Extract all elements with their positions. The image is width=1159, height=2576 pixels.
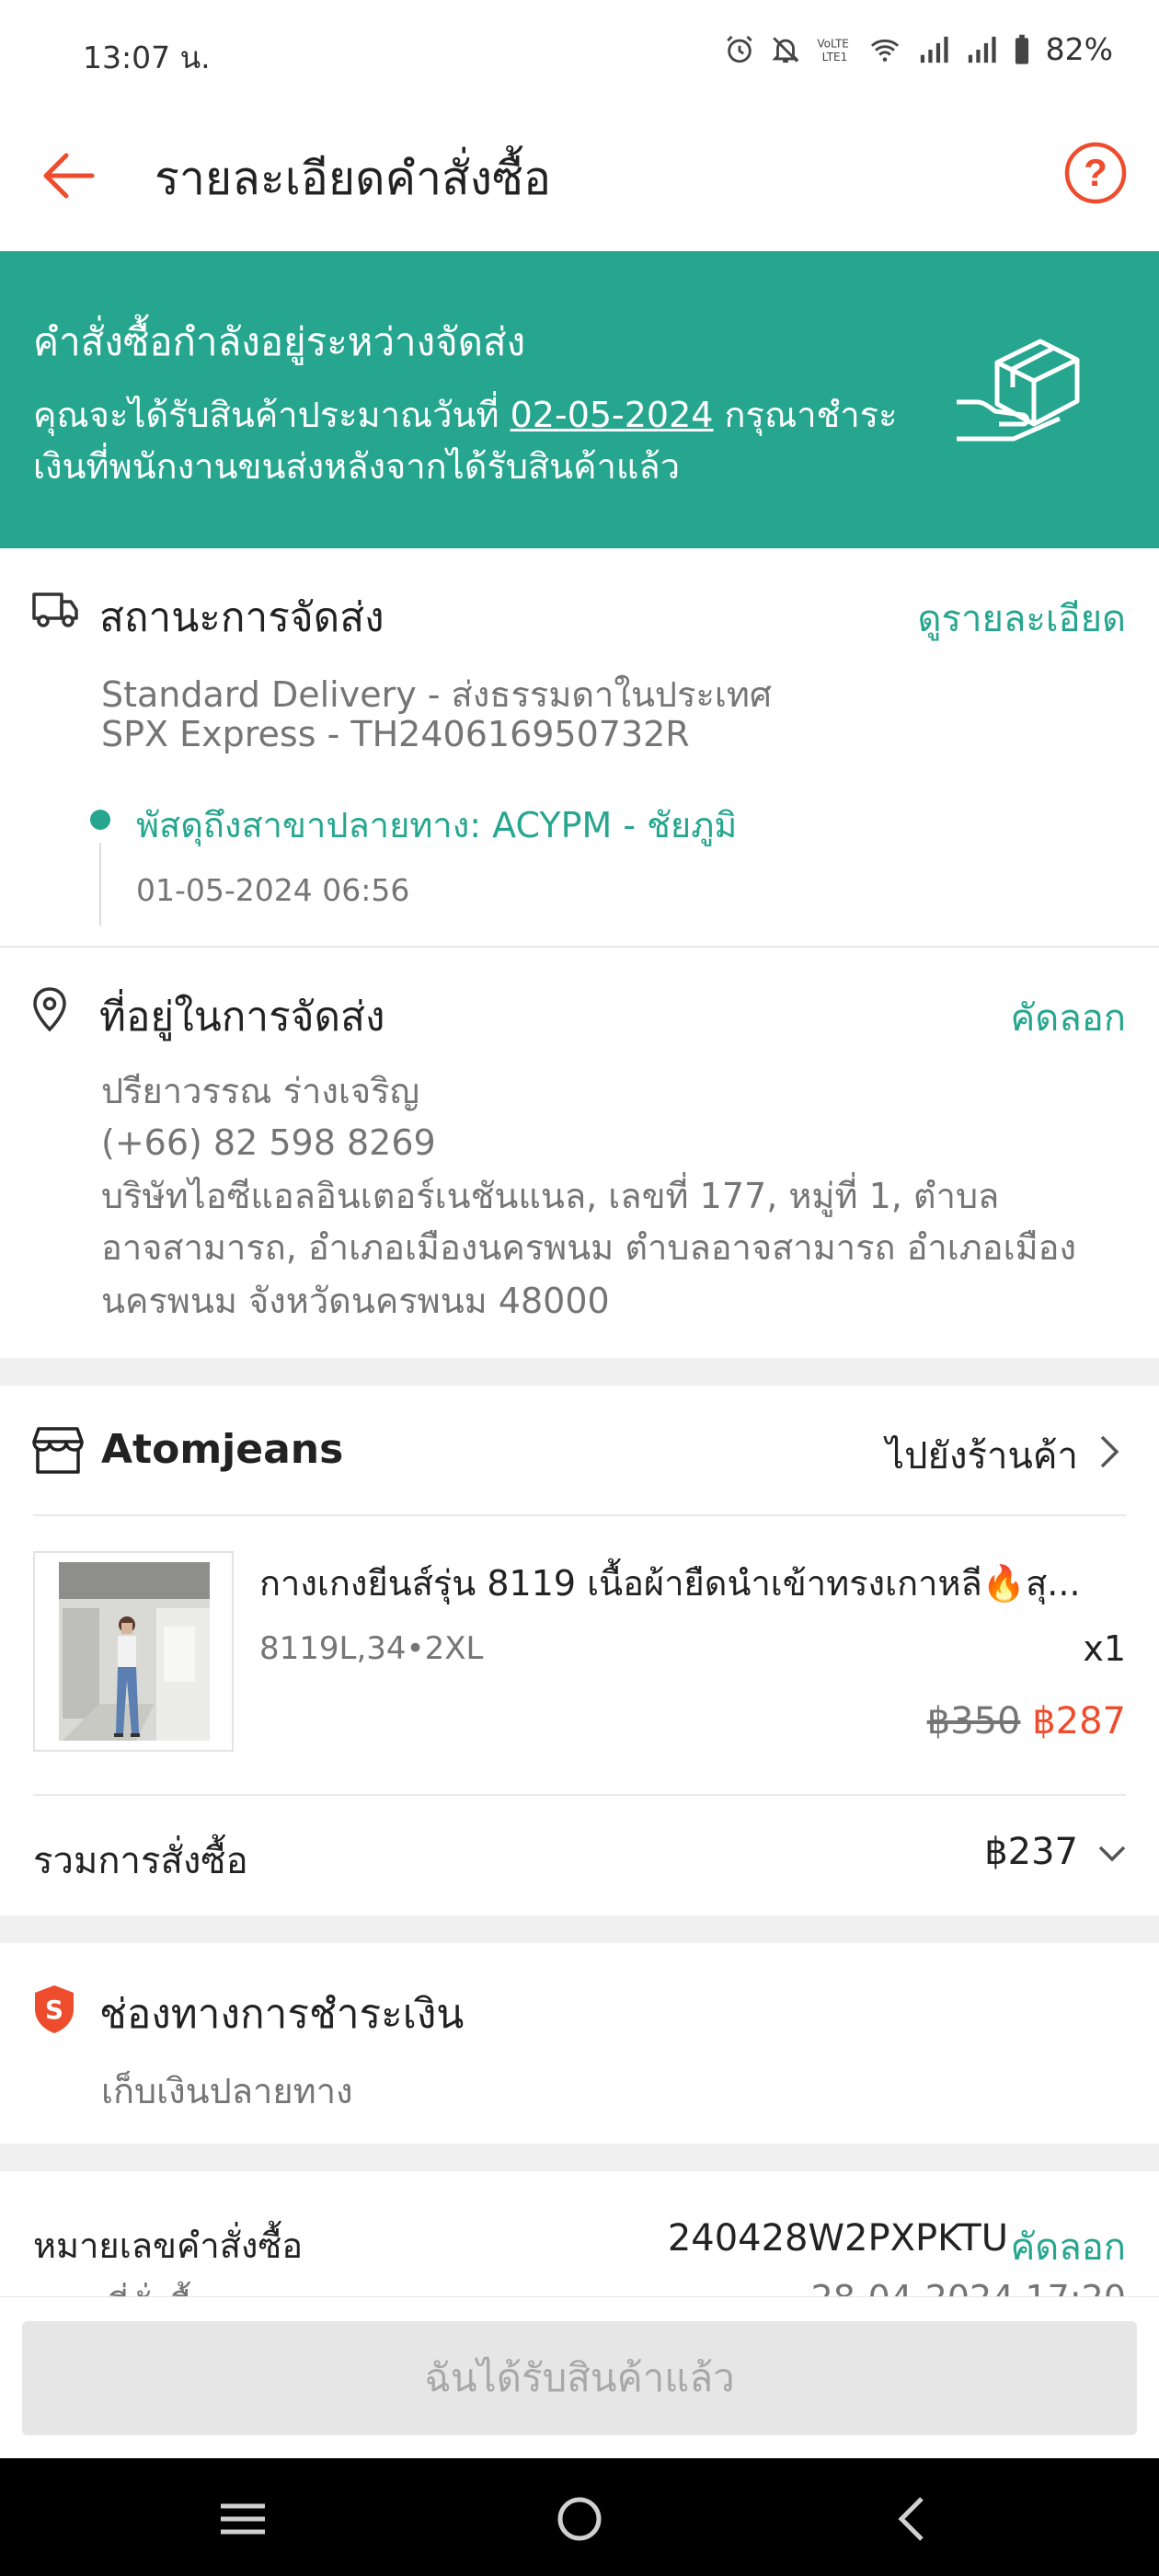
product-thumbnail[interactable] (33, 1551, 234, 1752)
app-bar: รายละเอียดคำสั่งซื้อ ? (0, 106, 1159, 251)
page-title: รายละเอียดคำสั่งซื้อ (155, 152, 552, 205)
battery-icon (1015, 34, 1028, 64)
back-arrow-icon[interactable] (35, 143, 101, 209)
order-status-banner: คำสั่งซื้อกำลังอยู่ระหว่างจัดส่ง คุณจะได… (0, 251, 1159, 548)
sale-price: ฿287 (1032, 1700, 1126, 1742)
order-received-button[interactable]: ฉันได้รับสินค้าแล้ว (22, 2321, 1137, 2435)
product-price-group: ฿350 ฿287 (927, 1700, 1126, 1742)
product-variant: 8119L,34•2XL (259, 1630, 484, 1667)
order-id: 240428W2PXPKTU (667, 2217, 1008, 2260)
battery-level: 82% (1045, 31, 1113, 67)
truck-icon (32, 592, 78, 627)
shipping-status-title: สถานะการจัดส่ง (99, 594, 384, 641)
bottom-action-bar: ฉันได้รับสินค้าแล้ว (0, 2296, 1159, 2459)
svg-text:LTE1: LTE1 (821, 51, 847, 63)
order-id-label: หมายเลขคำสั่งซื้อ (33, 2225, 304, 2266)
signal-icon (968, 36, 996, 63)
svg-text:VoLTE: VoLTE (817, 37, 849, 50)
shipping-detail-link[interactable]: ดูรายละเอียด (918, 589, 1126, 648)
home-icon[interactable] (556, 2495, 603, 2543)
order-total-amount[interactable]: ฿237 (984, 1831, 1078, 1873)
status-bar: 13:07 น. VoLTE LTE1 82% (0, 0, 1159, 106)
payment-title: ช่องทางการชำระเงิน (99, 1991, 465, 2038)
original-price: ฿350 (926, 1700, 1021, 1742)
recent-apps-icon[interactable] (217, 2501, 269, 2537)
wifi-icon (870, 39, 899, 62)
alarm-icon (726, 35, 752, 63)
help-icon[interactable]: ? (1062, 140, 1129, 206)
banner-title: คำสั่งซื้อกำลังอยู่ระหว่างจัดส่ง (33, 319, 526, 364)
banner-message: คุณจะได้รับสินค้าประมาณวันที่ 02-05-2024… (33, 389, 916, 492)
shop-order-section: Atomjeans ไปยังร้านค้า กางเกงยีนส์รุ่น 8… (0, 1386, 1159, 1915)
shop-icon (32, 1427, 84, 1474)
product-divider (33, 1794, 1126, 1796)
location-pin-icon (33, 987, 66, 1032)
order-info-section: หมายเลขคำสั่งซื้อ 240428W2PXPKTU คัดลอก … (0, 2171, 1159, 2300)
shipping-status-section: สถานะการจัดส่ง ดูรายละเอียด Standard Del… (0, 548, 1159, 946)
svg-text:S: S (45, 1995, 63, 2025)
payment-method: เก็บเงินปลายทาง (101, 2071, 353, 2111)
address-line-1: บริษัทไอซีแอลอินเตอร์เนชันแนล, เลขที่ 17… (101, 1176, 1000, 1216)
timeline-line (99, 843, 101, 926)
svg-text:?: ? (1084, 151, 1107, 194)
shop-divider (33, 1514, 1126, 1516)
copy-order-id-button[interactable]: คัดลอก (1011, 2217, 1127, 2276)
order-total-label: รวมการสั่งซื้อ (33, 1840, 248, 1882)
address-title: ที่อยู่ในการจัดส่ง (99, 994, 385, 1041)
signal-icon (920, 36, 948, 63)
latest-tracking-time: 01-05-2024 06:56 (136, 872, 410, 908)
package-hand-icon (957, 339, 1080, 442)
product-quantity: x1 (1083, 1628, 1126, 1669)
product-photo (35, 1553, 232, 1750)
estimated-delivery-date: 02-05-2024 (510, 395, 714, 435)
shipping-courier-tracking: SPX Express - TH240616950732R (101, 714, 690, 754)
timeline-dot (90, 810, 110, 830)
status-time: 13:07 น. (83, 40, 211, 75)
chevron-down-icon[interactable] (1096, 1842, 1128, 1864)
copy-address-button[interactable]: คัดลอก (1011, 988, 1127, 1047)
recipient-name: ปรียาวรรณ ร่างเจริญ (101, 1071, 419, 1111)
back-icon[interactable] (894, 2495, 931, 2543)
shopee-shield-icon: S (35, 1985, 74, 2033)
address-line-3: นครพนม จังหวัดนครพนม 48000 (101, 1281, 610, 1321)
banner-text-prefix: คุณจะได้รับสินค้าประมาณวันที่ (33, 395, 511, 435)
address-line-2: อาจสามารถ, อำเภอเมืองนครพนม ตำบลอาจสามาร… (101, 1227, 1077, 1268)
chevron-right-icon[interactable] (1096, 1433, 1122, 1470)
go-to-shop-link[interactable]: ไปยังร้านค้า (886, 1426, 1078, 1485)
mute-bell-icon (771, 36, 799, 63)
volte-icon: VoLTELTE1 (817, 37, 849, 63)
shop-name[interactable]: Atomjeans (101, 1426, 343, 1473)
delivery-address-section: ที่อยู่ในการจัดส่ง คัดลอก ปรียาวรรณ ร่าง… (0, 948, 1159, 1358)
product-name[interactable]: กางเกงยีนส์รุ่น 8119 เนื้อผ้ายืดนำเข้าทร… (259, 1555, 1128, 1611)
latest-tracking-status[interactable]: พัสดุถึงสาขาปลายทาง: ACYPM - ชัยภูมิ (136, 797, 737, 853)
payment-section: S ช่องทางการชำระเงิน เก็บเงินปลายทาง (0, 1943, 1159, 2144)
system-nav-bar (0, 2458, 1159, 2576)
recipient-phone: (+66) 82 598 8269 (101, 1122, 436, 1163)
status-icons: VoLTE LTE1 82% (724, 31, 1113, 67)
